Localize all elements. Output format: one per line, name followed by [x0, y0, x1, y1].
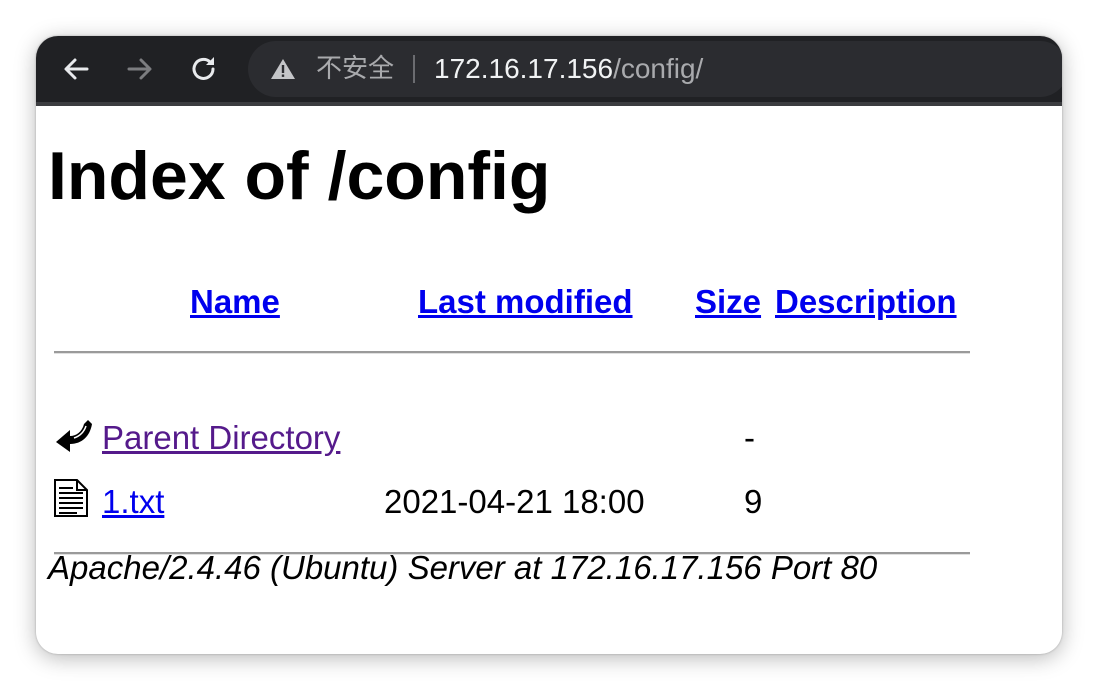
page-content: Index of /config Name Last modified Size… [36, 106, 1062, 654]
page-title: Index of /config [48, 138, 551, 214]
forward-button[interactable] [120, 50, 160, 88]
column-header-description[interactable]: Description [775, 282, 957, 322]
column-header-name[interactable]: Name [190, 282, 280, 322]
address-bar[interactable]: 不安全 172.16.17.156/config/ [248, 41, 1062, 97]
reload-button[interactable] [184, 50, 224, 88]
arrow-left-icon [64, 58, 89, 80]
url-path: /config/ [613, 53, 704, 84]
parent-directory-link[interactable]: Parent Directory [102, 418, 340, 458]
server-signature: Apache/2.4.46 (Ubuntu) Server at 172.16.… [48, 549, 878, 586]
file-link-1-txt[interactable]: 1.txt [102, 482, 164, 522]
browser-toolbar: 不安全 172.16.17.156/config/ [36, 36, 1062, 106]
text-file-icon [54, 479, 88, 517]
column-header-last-modified[interactable]: Last modified [418, 282, 633, 322]
browser-window: 不安全 172.16.17.156/config/ Index of /conf… [36, 36, 1062, 654]
size-cell: - [744, 419, 755, 456]
column-header-size[interactable]: Size [695, 282, 761, 322]
omnibox-separator [413, 55, 415, 83]
last-modified-cell: 2021-04-21 18:00 [384, 483, 645, 520]
table-row [52, 416, 94, 461]
divider-top [54, 351, 970, 353]
size-cell: 9 [744, 483, 763, 520]
reload-icon [192, 57, 215, 80]
back-button[interactable] [56, 50, 96, 88]
back-arrow-icon [56, 420, 92, 452]
arrow-right-icon [127, 58, 152, 80]
warning-icon[interactable] [270, 58, 296, 80]
url-text[interactable]: 172.16.17.156/config/ [434, 53, 703, 85]
table-row [52, 478, 90, 523]
security-label[interactable]: 不安全 [316, 54, 394, 84]
url-host: 172.16.17.156 [434, 53, 614, 84]
